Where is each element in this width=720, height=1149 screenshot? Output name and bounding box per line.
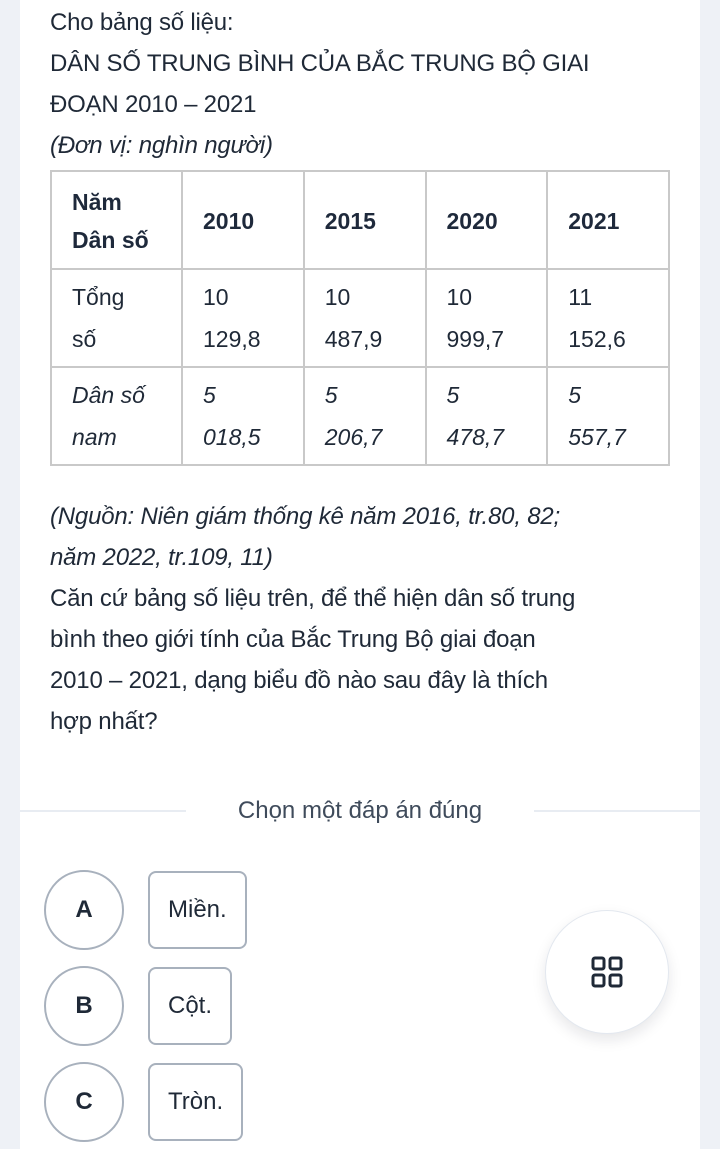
column-header: 2021 bbox=[546, 170, 670, 270]
table-cell: 10 487,9 bbox=[302, 268, 427, 368]
column-header: 2020 bbox=[424, 170, 549, 270]
divider-line-right bbox=[534, 810, 700, 812]
cell-line: 5 bbox=[568, 382, 582, 408]
cell-line: 5 bbox=[203, 382, 216, 408]
cell-line: 129,8 bbox=[203, 326, 261, 352]
corner-label-year: Năm bbox=[72, 189, 122, 215]
option-text-a[interactable]: Miền. bbox=[148, 871, 247, 949]
prompt-line: hợp nhất? bbox=[50, 708, 158, 735]
row-label-line: Tổng bbox=[72, 284, 125, 310]
data-table: Năm Dân số 2010 2015 2020 2021 Tổng số 1… bbox=[50, 170, 670, 466]
cell-line: 5 bbox=[324, 382, 338, 408]
row-label-line: số bbox=[72, 326, 97, 352]
unit-text: (Đơn vị: nghìn người) bbox=[50, 132, 273, 159]
answer-section-divider: Chọn một đáp án đúng bbox=[20, 789, 700, 833]
cell-line: 018,5 bbox=[203, 424, 261, 450]
option-letter-a[interactable]: A bbox=[44, 870, 124, 950]
cell-line: 557,7 bbox=[568, 424, 626, 450]
answer-option-b[interactable]: B Cột. bbox=[44, 966, 233, 1046]
table-cell: 5 206,7 bbox=[302, 366, 427, 466]
cell-line: 152,6 bbox=[568, 326, 626, 352]
table-corner-cell: Năm Dân số bbox=[50, 170, 183, 270]
table-cell: 5 557,7 bbox=[546, 366, 670, 466]
corner-label-population: Dân số bbox=[72, 227, 149, 253]
answer-option-a[interactable]: A Miền. bbox=[44, 870, 247, 950]
cell-line: 478,7 bbox=[446, 424, 505, 450]
source-note: (Nguồn: Niên giám thống kê năm 2016, tr.… bbox=[50, 496, 670, 578]
row-label: Dân số nam bbox=[50, 366, 183, 466]
intro-text: Cho bảng số liệu: bbox=[50, 9, 234, 36]
answer-section-label: Chọn một đáp án đúng bbox=[237, 797, 483, 824]
table-cell: 10 999,7 bbox=[424, 268, 549, 368]
cell-line: 487,9 bbox=[324, 326, 383, 352]
cell-line: 10 bbox=[324, 284, 351, 310]
question-grid-button[interactable] bbox=[545, 910, 669, 1034]
cell-line: 5 bbox=[446, 382, 460, 408]
table-header-row: Năm Dân số 2010 2015 2020 2021 bbox=[50, 170, 670, 270]
option-text-b[interactable]: Cột. bbox=[148, 967, 233, 1045]
table-row: Dân số nam 5 018,5 5 206,7 5 478,7 5 557,7 bbox=[50, 366, 670, 466]
table-row: Tổng số 10 129,8 10 487,9 10 999,7 11 152,6 bbox=[50, 268, 670, 368]
column-header: 2015 bbox=[302, 170, 427, 270]
grid-icon bbox=[591, 956, 623, 988]
option-letter-b[interactable]: B bbox=[44, 966, 124, 1046]
row-label-line: nam bbox=[72, 424, 117, 450]
prompt-line: bình theo giới tính của Bắc Trung Bộ gia… bbox=[50, 626, 536, 653]
row-label-line: Dân số bbox=[72, 382, 145, 408]
prompt-line: Căn cứ bảng số liệu trên, để thể hiện dâ… bbox=[50, 585, 576, 612]
question-header: Cho bảng số liệu: DÂN SỐ TRUNG BÌNH CỦA … bbox=[50, 0, 670, 166]
question-card: Cho bảng số liệu: DÂN SỐ TRUNG BÌNH CỦA … bbox=[20, 0, 700, 1149]
divider-line-left bbox=[20, 810, 186, 812]
table-cell: 5 018,5 bbox=[181, 366, 305, 466]
source-line: (Nguồn: Niên giám thống kê năm 2016, tr.… bbox=[50, 503, 561, 530]
table-cell: 11 152,6 bbox=[546, 268, 670, 368]
source-line: năm 2022, tr.109, 11) bbox=[50, 544, 273, 571]
table-title-line2: ĐOẠN 2010 – 2021 bbox=[50, 91, 257, 118]
table-cell: 5 478,7 bbox=[424, 366, 549, 466]
table-cell: 10 129,8 bbox=[181, 268, 305, 368]
question-prompt: Căn cứ bảng số liệu trên, để thể hiện dâ… bbox=[50, 578, 670, 742]
cell-line: 999,7 bbox=[446, 326, 505, 352]
cell-line: 206,7 bbox=[324, 424, 383, 450]
table-title-line1: DÂN SỐ TRUNG BÌNH CỦA BẮC TRUNG BỘ GIAI bbox=[50, 50, 590, 77]
cell-line: 11 bbox=[568, 284, 593, 310]
option-text-c[interactable]: Tròn. bbox=[148, 1063, 244, 1141]
cell-line: 10 bbox=[203, 284, 229, 310]
option-letter-c[interactable]: C bbox=[44, 1062, 124, 1142]
answer-option-c[interactable]: C Tròn. bbox=[44, 1062, 244, 1142]
row-label: Tổng số bbox=[50, 268, 183, 368]
prompt-line: 2010 – 2021, dạng biểu đồ nào sau đây là… bbox=[50, 667, 548, 694]
column-header: 2010 bbox=[181, 170, 305, 270]
cell-line: 10 bbox=[446, 284, 473, 310]
